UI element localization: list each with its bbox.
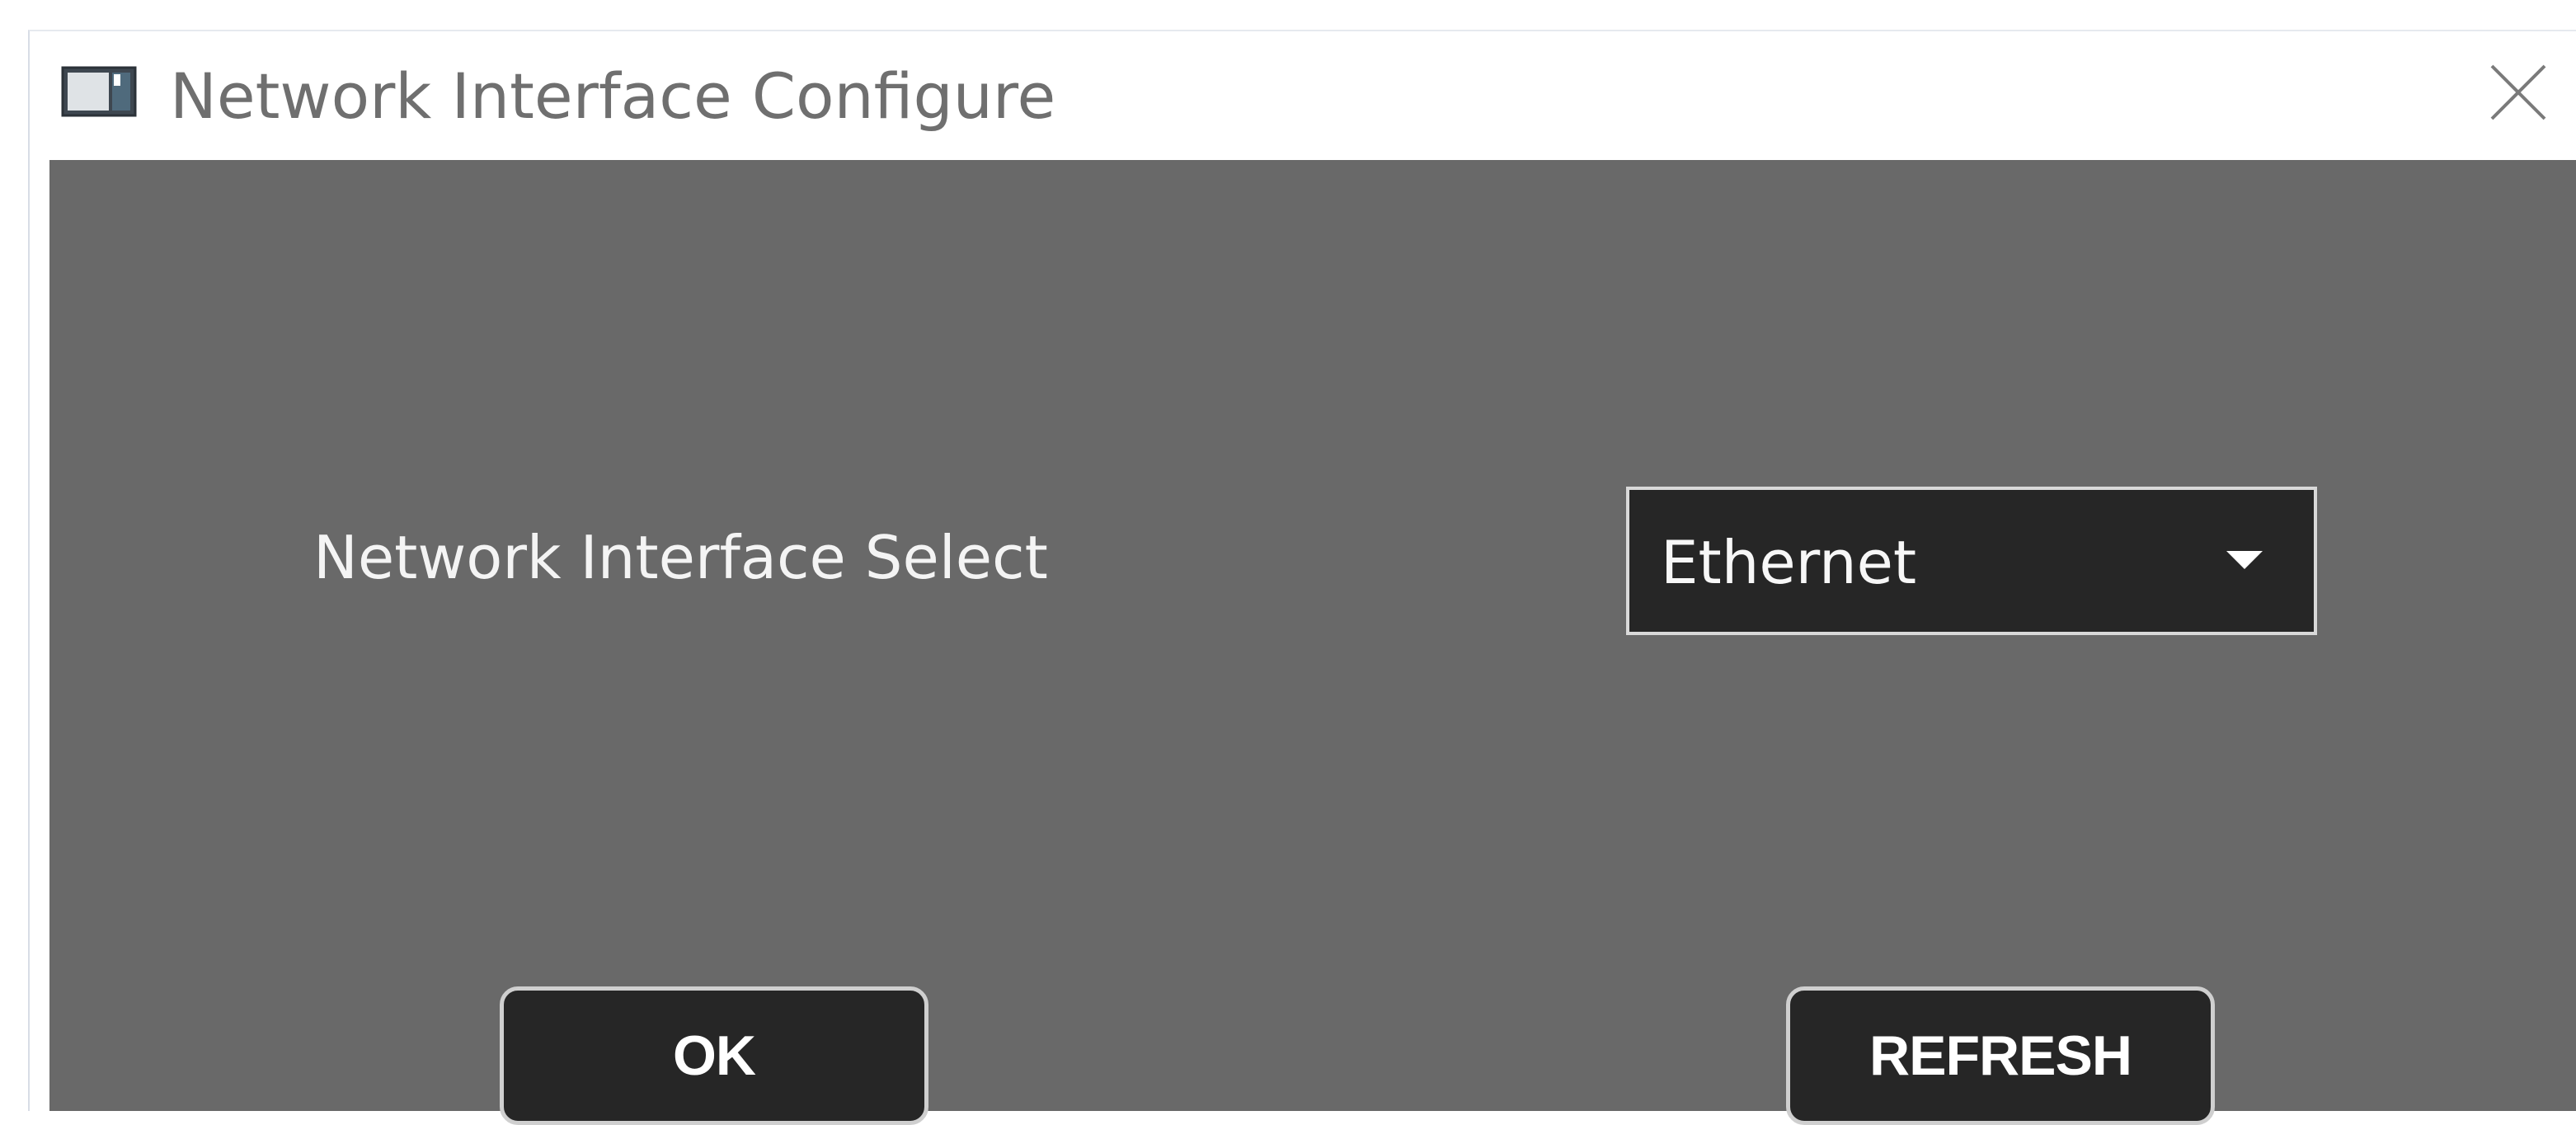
- refresh-button[interactable]: REFRESH: [1786, 986, 2215, 1125]
- desktop-strip: [0, 0, 2576, 30]
- interface-select-dropdown[interactable]: Ethernet: [1626, 487, 2317, 635]
- interface-select-value: Ethernet: [1661, 528, 1917, 597]
- chevron-down-icon: [2226, 551, 2263, 569]
- window-title: Network Interface Configure: [170, 59, 1056, 133]
- app-window-icon: [61, 66, 137, 117]
- close-icon: [2490, 64, 2546, 120]
- interface-select-label: Network Interface Select: [313, 523, 1048, 592]
- ok-button[interactable]: OK: [500, 986, 928, 1125]
- dialog-content: Network Interface Select Ethernet OK REF…: [49, 160, 2576, 1125]
- close-button[interactable]: [2461, 38, 2576, 145]
- dialog-window: Network Interface Configure Network Inte…: [28, 30, 2576, 1125]
- title-bar[interactable]: Network Interface Configure: [30, 31, 2576, 160]
